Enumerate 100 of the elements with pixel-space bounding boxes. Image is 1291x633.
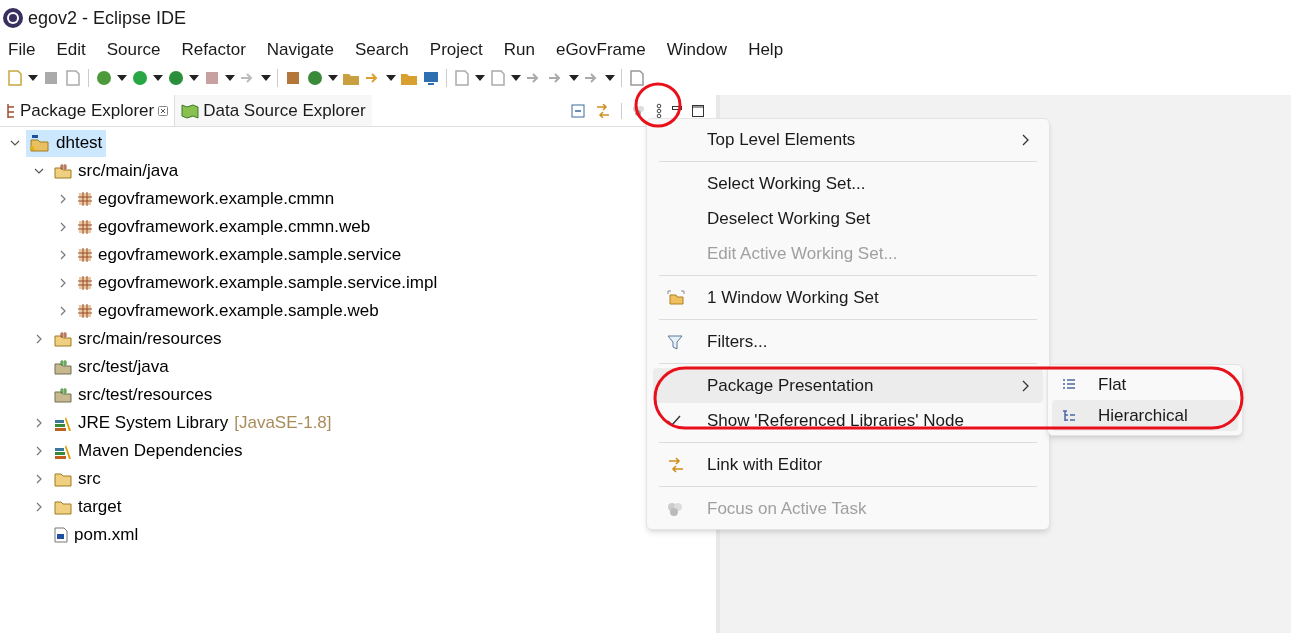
tree-item[interactable]: src/main/java — [50, 157, 183, 185]
tree-item-label: src/main/java — [78, 160, 179, 183]
caret-icon[interactable] — [386, 75, 396, 81]
caret-icon[interactable] — [225, 75, 235, 81]
folder-icon — [54, 499, 72, 515]
link-arrows-icon[interactable] — [595, 103, 611, 118]
tree-item-label: target — [78, 496, 122, 519]
source-folder-icon — [54, 387, 72, 403]
tree-item-label: src — [78, 468, 101, 491]
menu-item[interactable]: Refactor — [181, 37, 246, 63]
tree-item-label: egovframework.example.cmmn.web — [98, 216, 371, 239]
tree-item-decoration: [JavaSE-1.8] — [234, 412, 332, 435]
tree-item[interactable]: egovframework.example.sample.web — [74, 297, 383, 325]
menu-item[interactable]: Search — [354, 37, 409, 63]
chevron-right-icon[interactable] — [36, 418, 42, 428]
chevron-right-icon[interactable] — [60, 306, 66, 316]
library-icon — [54, 415, 72, 431]
window-title: egov2 - Eclipse IDE — [28, 6, 187, 30]
close-icon[interactable] — [158, 105, 169, 116]
chevron-right-icon[interactable] — [60, 194, 66, 204]
menu-item[interactable]: 1 Window Working Set — [653, 280, 1043, 315]
package-tree-icon — [6, 102, 16, 119]
menu-item[interactable]: Help — [748, 37, 784, 63]
view-menu-icon[interactable] — [656, 102, 662, 119]
menu-item[interactable]: Project — [429, 37, 483, 63]
project-icon — [30, 134, 50, 152]
source-folder-icon — [54, 163, 72, 179]
maximize-icon[interactable] — [692, 104, 704, 117]
caret-icon[interactable] — [511, 75, 521, 81]
tree-item-label: src/main/resources — [78, 328, 222, 351]
chevron-right-icon[interactable] — [36, 474, 42, 484]
chevron-right-icon[interactable] — [60, 222, 66, 232]
caret-icon[interactable] — [189, 75, 199, 81]
caret-icon[interactable] — [117, 75, 127, 81]
chevron-right-icon[interactable] — [60, 278, 66, 288]
caret-icon[interactable] — [569, 75, 579, 81]
menu-item[interactable]: Flat — [1052, 369, 1238, 400]
tree-item-label: egovframework.example.sample.service.impl — [98, 272, 438, 295]
menu-item[interactable]: eGovFrame — [555, 37, 646, 63]
menu-item[interactable]: Show 'Referenced Libraries' Node — [653, 403, 1043, 438]
hierarchy-icon — [1062, 409, 1076, 422]
source-folder-icon — [54, 359, 72, 375]
annotation-circle — [634, 82, 682, 128]
tree-item[interactable]: JRE System Library [JavaSE-1.8] — [50, 409, 336, 437]
caret-icon[interactable] — [261, 75, 271, 81]
menu-item[interactable]: Hierarchical — [1052, 400, 1238, 431]
menu-item[interactable]: Deselect Working Set — [653, 201, 1043, 236]
collapse-all-icon[interactable] — [571, 103, 585, 118]
menu-item[interactable]: Run — [503, 37, 535, 63]
folder-icon — [54, 471, 72, 487]
tree-item[interactable]: src/test/resources — [50, 381, 217, 409]
chevron-right-icon[interactable] — [60, 250, 66, 260]
tree-item[interactable]: egovframework.example.cmmn — [74, 185, 339, 213]
tree-item-label: egovframework.example.sample.web — [98, 300, 379, 323]
tree-item[interactable]: src — [50, 465, 105, 493]
view-tab[interactable]: Data Source Explorer — [175, 95, 372, 126]
tree-item-label: JRE System Library — [78, 412, 229, 435]
tree-item[interactable]: Maven Dependencies — [50, 437, 247, 465]
chevron-down-icon[interactable] — [34, 168, 44, 174]
caret-icon[interactable] — [153, 75, 163, 81]
flat-list-icon — [1062, 378, 1076, 391]
tree-item[interactable]: dhtest — [26, 129, 107, 157]
tree-item[interactable]: egovframework.example.sample.service.impl — [74, 269, 442, 297]
menu-item[interactable]: Edit — [56, 37, 86, 63]
menu-item[interactable]: Top Level Elements — [653, 122, 1043, 157]
menu-item[interactable]: Package Presentation — [653, 368, 1043, 403]
monitor-icon[interactable] — [422, 69, 440, 87]
tree-item-label: egovframework.example.sample.service — [98, 244, 402, 267]
tree-item[interactable]: target — [50, 493, 126, 521]
xml-file-icon — [54, 527, 68, 543]
menu-item[interactable]: Select Working Set... — [653, 166, 1043, 201]
menu-item[interactable]: Window — [666, 37, 728, 63]
caret-icon[interactable] — [475, 75, 485, 81]
tree-item[interactable]: src/test/java — [50, 353, 173, 381]
tree-item-label: dhtest — [56, 132, 103, 155]
task-icon[interactable] — [632, 104, 646, 117]
tree-item[interactable]: pom.xml — [50, 521, 143, 549]
chevron-right-icon[interactable] — [36, 334, 42, 344]
caret-icon[interactable] — [328, 75, 338, 81]
caret-icon[interactable] — [605, 75, 615, 81]
menu-item[interactable]: Link with Editor — [653, 447, 1043, 482]
chevron-right-icon[interactable] — [36, 446, 42, 456]
tree-item[interactable]: src/main/resources — [50, 325, 226, 353]
tree-item[interactable]: egovframework.example.sample.service — [74, 241, 406, 269]
menu-item[interactable]: Filters... — [653, 324, 1043, 359]
caret-icon[interactable] — [28, 75, 38, 81]
chevron-down-icon[interactable] — [10, 140, 20, 146]
filter-icon — [667, 333, 683, 350]
map-icon — [181, 102, 200, 119]
link-arrows-icon — [667, 456, 685, 473]
source-folder-icon — [54, 331, 72, 347]
menu-item[interactable]: Source — [106, 37, 161, 63]
tree-item-label: Maven Dependencies — [78, 440, 243, 463]
tree-item[interactable]: egovframework.example.cmmn.web — [74, 213, 375, 241]
tree-item-label: egovframework.example.cmmn — [98, 188, 335, 211]
task-icon — [667, 501, 683, 516]
menu-item[interactable]: File — [8, 37, 36, 63]
tree-item-label: src/test/resources — [78, 384, 213, 407]
chevron-right-icon[interactable] — [36, 502, 42, 512]
menu-item[interactable]: Navigate — [266, 37, 334, 63]
